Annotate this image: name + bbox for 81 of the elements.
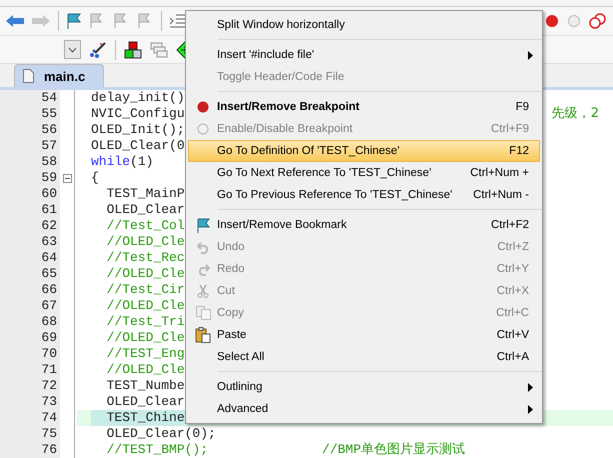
- file-icon: [23, 69, 34, 83]
- code-text: TEST_Chine: [91, 410, 185, 426]
- code-text: //OLED_Cle: [106, 362, 185, 378]
- menu-item[interactable]: Advanced: [188, 398, 540, 420]
- scissors-icon: [197, 284, 209, 298]
- code-text: //OLED_Cle: [106, 330, 185, 346]
- line-number: 65: [0, 266, 60, 282]
- wand-icon[interactable]: [89, 40, 107, 58]
- menu-item[interactable]: Split Window horizontally: [188, 14, 540, 36]
- code-text: OLED_Clear(0: [91, 138, 185, 154]
- chevron-down-icon: [68, 46, 77, 52]
- code-text: //Test_Tri: [106, 314, 185, 330]
- line-number: 71: [0, 362, 60, 378]
- flag-icon: [196, 218, 210, 232]
- double-circle-icon[interactable]: [589, 13, 607, 29]
- clipboard-icon: [195, 327, 211, 343]
- code-text: //OLED_Cle: [106, 298, 185, 314]
- code-text: //Test_Col: [106, 218, 185, 234]
- code-text: //TEST_Eng: [106, 346, 185, 362]
- code-text: //Test_Rec: [106, 250, 185, 266]
- file-tab[interactable]: main.c: [14, 64, 104, 87]
- line-number: 54: [0, 90, 60, 106]
- line-number: 76: [0, 442, 60, 458]
- line-number: 74: [0, 410, 60, 426]
- code-text: TEST_Numbe: [106, 378, 185, 394]
- line-number: 56: [0, 122, 60, 138]
- line-number: 68: [0, 314, 60, 330]
- line-number: 62: [0, 218, 60, 234]
- menu-item[interactable]: Go To Definition Of 'TEST_Chinese' F12: [188, 140, 540, 162]
- indent-icon[interactable]: [170, 14, 186, 28]
- line-number: 73: [0, 394, 60, 410]
- code-text: //OLED_Cle: [106, 266, 185, 282]
- code-text: //OLED_Cle: [106, 234, 185, 250]
- menu-item[interactable]: Go To Previous Reference To 'TEST_Chinese' Ctrl+Num -: [188, 184, 540, 206]
- arrow-left-icon[interactable]: [6, 15, 24, 27]
- menu-item[interactable]: Outlining: [188, 376, 540, 398]
- code-comment: //BMP单色图片显示测试: [322, 442, 466, 458]
- blocks-icon[interactable]: [124, 40, 142, 58]
- code-text: {: [91, 170, 99, 186]
- copy-icon: [196, 306, 210, 320]
- menu-item[interactable]: Insert '#include file': [188, 44, 540, 66]
- code-text: //Test_Cir: [106, 282, 185, 298]
- code-text: OLED_Clear(0);: [106, 426, 216, 442]
- breakpoint-icon: [197, 101, 209, 113]
- line-number: 57: [0, 138, 60, 154]
- line-number: 72: [0, 378, 60, 394]
- breakpoint-icon[interactable]: [545, 14, 559, 28]
- undo-icon: [196, 240, 210, 254]
- menu-item[interactable]: Go To Next Reference To 'TEST_Chinese' Ctrl+Num +: [188, 162, 540, 184]
- line-number: 61: [0, 202, 60, 218]
- code-text: NVIC_Configu: [91, 106, 185, 122]
- code-text: //TEST_BMP();: [106, 442, 208, 458]
- code-text: delay_init(): [91, 90, 185, 106]
- line-number: 55: [0, 106, 60, 122]
- line-number: 63: [0, 234, 60, 250]
- flag-icon[interactable]: [67, 13, 81, 29]
- line-number: 70: [0, 346, 60, 362]
- line-number: 58: [0, 154, 60, 170]
- line-number: 75: [0, 426, 60, 442]
- code-text: OLED_Clear: [106, 202, 185, 218]
- code-text: OLED_Init();: [91, 122, 185, 138]
- dropdown-button[interactable]: [64, 40, 81, 59]
- line-number: 59: [0, 170, 60, 186]
- circle-icon: [197, 123, 209, 135]
- windows-icon[interactable]: [150, 42, 168, 58]
- menu-item[interactable]: Insert/Remove Bookmark Ctrl+F2: [188, 214, 540, 236]
- code-text: OLED_Clear: [106, 394, 185, 410]
- line-number: 66: [0, 282, 60, 298]
- collapse-icon[interactable]: [62, 174, 72, 182]
- menu-item[interactable]: Paste Ctrl+V: [188, 324, 540, 346]
- code-text: while: [91, 154, 130, 170]
- line-number: 64: [0, 250, 60, 266]
- line-number: 67: [0, 298, 60, 314]
- line-number: 69: [0, 330, 60, 346]
- redo-icon: [196, 262, 210, 276]
- menu-item[interactable]: Select All Ctrl+A: [188, 346, 540, 368]
- menu-item[interactable]: Insert/Remove Breakpoint F9: [188, 96, 540, 118]
- code-comment: 先级，2: [552, 106, 599, 122]
- code-text: TEST_MainP: [106, 186, 185, 202]
- code-text: (1): [130, 154, 154, 170]
- line-number: 60: [0, 186, 60, 202]
